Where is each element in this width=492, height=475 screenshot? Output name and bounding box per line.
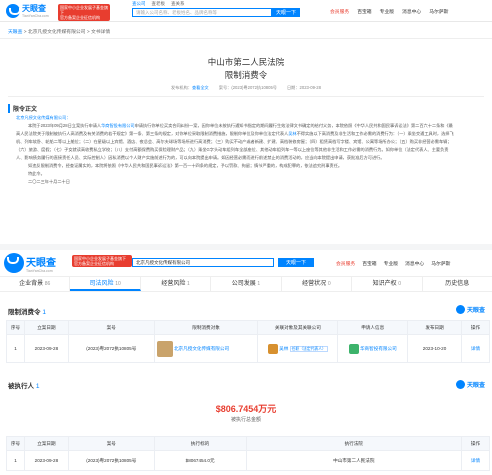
section-title: 限令正文 <box>8 104 37 113</box>
brand-watermark: 天眼查 <box>456 380 485 389</box>
top-nav: 会员服务 百宝箱 专业版 消息中心 马尔萨斯 <box>336 260 450 267</box>
top-nav: 会员服务 百宝箱 专业版 消息中心 马尔萨斯 <box>330 8 448 15</box>
search-tab-relation[interactable]: 查关系 <box>171 1 185 7</box>
search-input[interactable]: 北京凡授文化传媒有限公司 <box>132 258 274 267</box>
detail-link[interactable]: 详情 <box>461 450 490 471</box>
tab-background[interactable]: 企业背景 86 <box>0 277 71 291</box>
promo-badge: 国家中小企业发展子基金旗下 官方备案企业征信机构 <box>72 255 132 267</box>
applicant-logo <box>348 343 359 354</box>
breadcrumb-home[interactable]: 天眼查 <box>8 30 22 35</box>
executed-section-title: 被执行人 1 <box>8 383 40 390</box>
logo-icon <box>456 380 465 389</box>
nav-messages[interactable]: 消息中心 <box>405 260 424 267</box>
breadcrumb-current: 文书详情 <box>90 30 111 35</box>
person-link[interactable]: 吴林 <box>288 131 296 136</box>
logo-icon <box>456 305 465 314</box>
nav-user[interactable]: 马尔萨斯 <box>429 8 448 15</box>
nav-messages[interactable]: 消息中心 <box>402 8 421 15</box>
divider <box>0 38 492 39</box>
search-tabs: 查公司 查老板 查关系 <box>132 1 185 7</box>
related-person-link[interactable]: 吴林 <box>279 346 288 351</box>
view-full-text-link[interactable]: 查看全文 <box>192 85 209 90</box>
main-tabs: 企业背景 86 司法风险 10 经营风险 1 公司发展 1 经营状况 0 知识产… <box>0 276 492 292</box>
search-input[interactable]: 请输入公司名称、老板姓名、品牌名称等 <box>132 8 272 17</box>
tab-ip[interactable]: 知识产权 0 <box>352 277 423 291</box>
nav-user[interactable]: 马尔萨斯 <box>431 260 450 267</box>
table-row: 1 2023-09-28 (2023)粤2072执10805号 $8067454… <box>6 450 490 471</box>
company-logo <box>156 340 173 357</box>
limit-section-title: 限制消费令 1 <box>8 309 46 316</box>
applicant-link[interactable]: 华商智投有限公司 <box>360 346 397 351</box>
table-header: 序号 立案日期 案号 执行标的 执行法院 操作 <box>6 436 490 451</box>
nav-pro[interactable]: 专业版 <box>384 260 398 267</box>
tab-business-risk[interactable]: 经营风险 1 <box>141 277 212 291</box>
tab-operations[interactable]: 经营状况 0 <box>282 277 353 291</box>
search-tab-boss[interactable]: 查老板 <box>152 1 166 7</box>
table-header: 序号 立案日期 案号 限制消费对象 关联对象及其关联公司 申请人信息 发布日期 … <box>6 320 490 335</box>
total-amount-label: 被执行总金额 <box>230 417 261 423</box>
company-header: 天眼查 TianYanCha.com 国家中小企业发展子基金旗下 官方备案企业征… <box>0 250 492 274</box>
document-meta: 发布机构：查看全文 案号：(2023)粤2072执10805号 日期：2023-… <box>171 85 321 90</box>
brand-watermark: 天眼查 <box>456 305 485 314</box>
nav-vip[interactable]: 会员服务 <box>330 8 349 15</box>
executed-table: 序号 立案日期 案号 执行标的 执行法院 操作 1 2023-09-28 (20… <box>6 436 490 471</box>
promo-badge: 国家中小企业发展子基金旗下 官方备案企业征信机构 <box>58 4 110 21</box>
breadcrumb: 天眼查 > 北京凡授文化传媒有限公司 > 文书详情 <box>8 30 111 35</box>
person-avatar <box>267 343 278 354</box>
detail-link[interactable]: 详情 <box>461 334 490 363</box>
search-button[interactable]: 天眼一下 <box>272 8 300 17</box>
breadcrumb-company[interactable]: 北京凡授文化传媒有限公司 <box>28 30 86 35</box>
target-company-link[interactable]: 北京凡授文化传媒有限公司 <box>174 346 229 351</box>
table-row: 1 2023-09-28 (2023)粤2072执10805号 北京凡授文化传媒… <box>6 334 490 363</box>
related-tag: 任职（法定代表人） <box>289 345 328 352</box>
document-type: 限制消费令 <box>224 70 268 80</box>
nav-toolbox[interactable]: 百宝箱 <box>362 260 376 267</box>
nav-vip[interactable]: 会员服务 <box>336 260 355 267</box>
logo-icon <box>4 253 24 273</box>
nav-toolbox[interactable]: 百宝箱 <box>357 8 371 15</box>
nav-pro[interactable]: 专业版 <box>380 8 394 15</box>
top-header: 天眼查 TianYanCha.com 国家中小企业发展子基金旗下 官方备案企业征… <box>0 0 492 22</box>
document-body: 北京凡授文化传媒有限公司： 本院于2023年09月28日立案执行申请人华商智投有… <box>16 114 456 186</box>
recipient-link[interactable]: 北京凡授文化传媒有限公司： <box>16 114 456 122</box>
logo[interactable]: 天眼查 TianYanCha.com <box>4 253 56 273</box>
logo[interactable]: 天眼查 TianYanCha.com <box>6 3 49 18</box>
tab-legal-risk[interactable]: 司法风险 10 <box>70 277 141 291</box>
total-amount: $806.7454万元 <box>215 404 277 414</box>
logo-icon <box>6 3 21 18</box>
divider <box>8 96 484 97</box>
search-button[interactable]: 天眼一下 <box>278 258 314 267</box>
tab-history[interactable]: 历史信息 <box>423 277 492 291</box>
applicant-link[interactable]: 华商智投有限公司 <box>101 123 135 128</box>
search-tab-company[interactable]: 查公司 <box>132 1 146 7</box>
tab-development[interactable]: 公司发展 1 <box>211 277 282 291</box>
document-court: 中山市第二人民法院 <box>207 57 285 67</box>
limit-table: 序号 立案日期 案号 限制消费对象 关联对象及其关联公司 申请人信息 发布日期 … <box>6 320 490 363</box>
